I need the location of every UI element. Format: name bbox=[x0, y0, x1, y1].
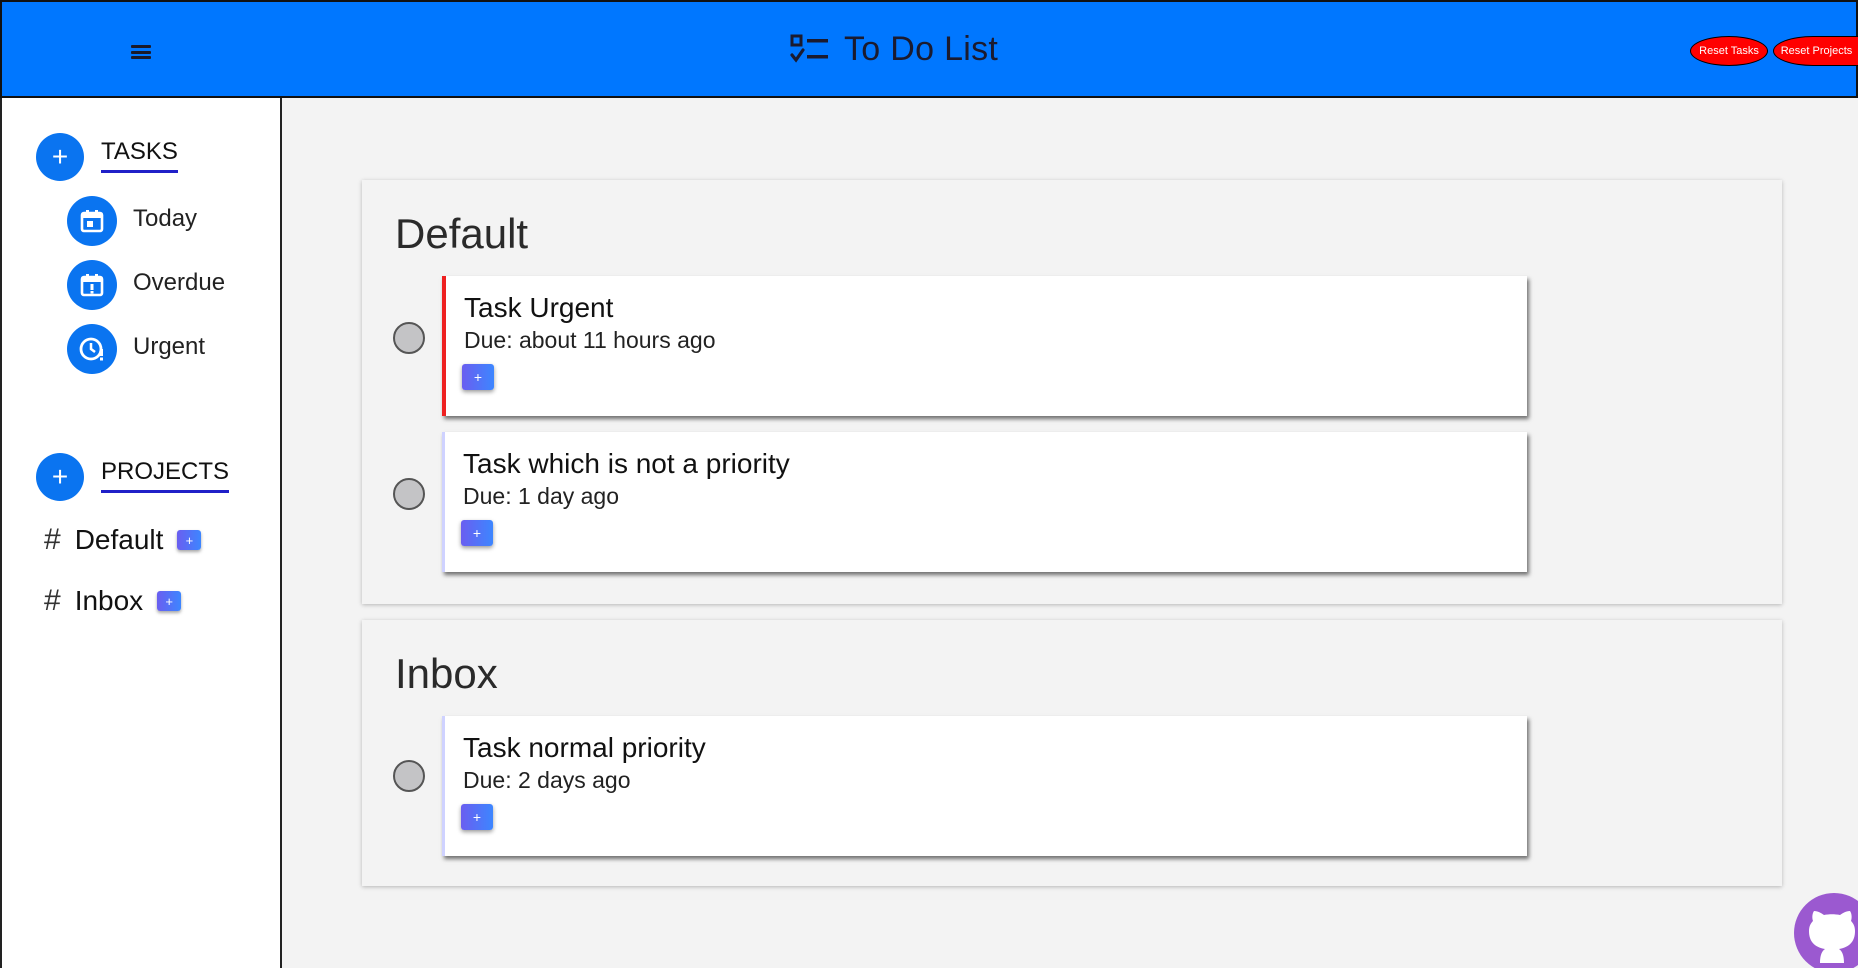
project-card-inbox: Inbox Task normal priority Due: 2 days a… bbox=[362, 620, 1782, 886]
task-title: Task which is not a priority bbox=[463, 448, 790, 479]
add-task-to-project-button[interactable]: + bbox=[157, 591, 182, 611]
sidebar-item-project-inbox[interactable]: # Inbox + bbox=[44, 584, 182, 618]
tasks-section-title[interactable]: TASKS bbox=[101, 138, 178, 173]
task-add-button[interactable]: + bbox=[462, 364, 494, 390]
plus-icon: + bbox=[51, 141, 69, 172]
reset-projects-button[interactable]: Reset Projects bbox=[1773, 36, 1858, 66]
plus-icon: + bbox=[51, 461, 69, 492]
hash-icon: # bbox=[44, 584, 61, 617]
sidebar-item-urgent-icon-wrap[interactable] bbox=[67, 324, 117, 374]
sidebar-item-today-icon-wrap[interactable] bbox=[67, 196, 117, 246]
task-card[interactable]: Task Urgent Due: about 11 hours ago + bbox=[442, 276, 1527, 416]
task-add-button[interactable]: + bbox=[461, 804, 493, 830]
projects-section-title[interactable]: PROJECTS bbox=[101, 458, 230, 493]
task-add-button[interactable]: + bbox=[461, 520, 493, 546]
task-due: Due: 2 days ago bbox=[463, 767, 631, 793]
project-title: Inbox bbox=[395, 650, 498, 697]
task-complete-checkbox[interactable] bbox=[393, 760, 425, 792]
sidebar-item-project-default[interactable]: # Default + bbox=[44, 523, 202, 557]
project-name: Inbox bbox=[74, 585, 144, 616]
brand: To Do List bbox=[790, 30, 998, 69]
sidebar-item-today[interactable]: Today bbox=[133, 205, 197, 233]
project-card-default: Default Task Urgent Due: about 11 hours … bbox=[362, 180, 1782, 604]
clock-alert-icon bbox=[79, 337, 103, 361]
project-title: Default bbox=[395, 210, 529, 257]
calendar-today-icon bbox=[80, 210, 104, 233]
task-title: Task Urgent bbox=[464, 292, 614, 323]
project-name: Default bbox=[74, 524, 164, 555]
add-project-button[interactable]: + bbox=[36, 453, 84, 501]
reset-tasks-button[interactable]: Reset Tasks bbox=[1690, 36, 1768, 66]
add-task-button[interactable]: + bbox=[36, 133, 84, 181]
task-complete-checkbox[interactable] bbox=[393, 322, 425, 354]
hamburger-menu-icon[interactable] bbox=[131, 45, 151, 59]
sidebar-item-overdue-icon-wrap[interactable] bbox=[67, 260, 117, 310]
sidebar: + TASKS Today Overdue Urgent + PROJECTS bbox=[0, 98, 282, 968]
task-complete-checkbox[interactable] bbox=[393, 478, 425, 510]
add-task-to-project-button[interactable]: + bbox=[177, 530, 202, 550]
checklist-icon bbox=[790, 34, 828, 63]
sidebar-item-urgent[interactable]: Urgent bbox=[133, 333, 205, 361]
task-title: Task normal priority bbox=[463, 732, 706, 763]
task-due: Due: 1 day ago bbox=[463, 483, 620, 509]
task-due: Due: about 11 hours ago bbox=[464, 327, 716, 353]
sidebar-item-overdue[interactable]: Overdue bbox=[133, 269, 225, 297]
github-icon[interactable] bbox=[1792, 893, 1858, 968]
calendar-alert-icon bbox=[80, 274, 104, 297]
app-title: To Do List bbox=[844, 30, 999, 68]
hash-icon: # bbox=[44, 523, 61, 556]
task-card[interactable]: Task which is not a priority Due: 1 day … bbox=[442, 432, 1527, 572]
task-card[interactable]: Task normal priority Due: 2 days ago + bbox=[442, 716, 1527, 856]
app-header: To Do List Reset Tasks Reset Projects bbox=[0, 0, 1858, 98]
